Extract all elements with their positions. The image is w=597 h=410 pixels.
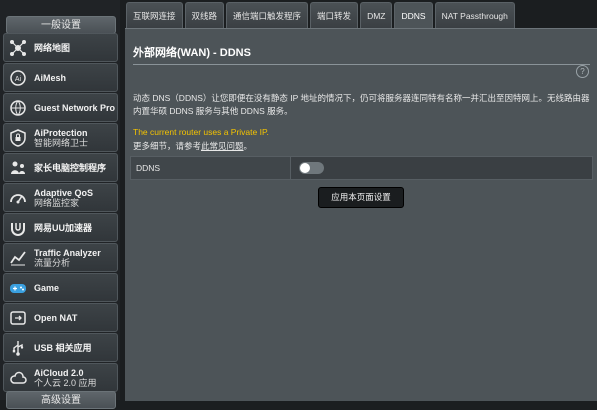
tab-dual-wan[interactable]: 双线路 — [184, 2, 225, 28]
tab-dmz[interactable]: DMZ — [360, 2, 393, 28]
sidebar-item-guest-network[interactable]: Guest Network Pro — [3, 93, 118, 122]
tab-port-forwarding[interactable]: 端口转发 — [310, 2, 359, 28]
sidebar-item-title: AiProtection — [34, 127, 88, 138]
ddns-toggle[interactable] — [299, 162, 324, 174]
sidebar-item-sublabel: 网络监控家 — [34, 197, 80, 208]
title-divider — [133, 64, 590, 65]
sidebar-item-label: Guest Network Pro — [34, 102, 116, 113]
faq-link[interactable]: 此常见问题 — [201, 141, 244, 151]
usb-icon — [7, 337, 29, 359]
parental-control-icon — [7, 157, 29, 179]
page-title: 外部网络(WAN) - DDNS — [133, 47, 251, 59]
sidebar-item-label: Adaptive QoS 网络监控家 — [34, 188, 93, 208]
uu-accelerator-icon — [7, 217, 29, 239]
sidebar-item-aiprotection[interactable]: AiProtection 智能网络卫士 — [3, 123, 118, 152]
tab-bar: 互联网连接 双线路 通信端口触发程序 端口转发 DMZ DDNS NAT Pas… — [126, 2, 517, 28]
sidebar-item-title: Adaptive QoS — [34, 187, 94, 198]
sidebar-item-label: 家长电脑控制程序 — [34, 162, 107, 173]
network-map-icon — [7, 37, 29, 59]
ddns-label: DDNS — [131, 157, 291, 179]
sidebar: 一般设置 网络地图 Ai AiMesh Guest Network Pro Ai… — [0, 0, 120, 409]
tab-ddns[interactable]: DDNS — [394, 2, 433, 28]
sidebar-item-label: AiCloud 2.0 个人云 2.0 应用 — [34, 368, 97, 388]
sidebar-item-sublabel: 个人云 2.0 应用 — [34, 377, 97, 388]
toggle-knob — [300, 163, 310, 173]
sidebar-item-label: Traffic Analyzer 流量分析 — [34, 248, 101, 268]
sidebar-item-network-map[interactable]: 网络地图 — [3, 33, 118, 62]
sidebar-item-aimesh[interactable]: Ai AiMesh — [3, 63, 118, 92]
sidebar-item-uu-accelerator[interactable]: 网易UU加速器 — [3, 213, 118, 242]
tab-nat-passthrough[interactable]: NAT Passthrough — [434, 2, 515, 28]
guest-network-icon — [7, 97, 29, 119]
sidebar-item-aicloud[interactable]: AiCloud 2.0 个人云 2.0 应用 — [3, 363, 118, 392]
ddns-description: 动态 DNS（DDNS）让您即便在没有静态 IP 地址的情况下，仍可将服务器连同… — [133, 93, 590, 116]
private-ip-warning: The current router uses a Private IP. — [133, 127, 269, 137]
general-settings-header: 一般设置 — [6, 16, 116, 34]
sidebar-item-open-nat[interactable]: Open NAT — [3, 303, 118, 332]
shield-icon — [7, 127, 29, 149]
help-icon[interactable]: ? — [576, 65, 589, 78]
faq-suffix: 。 — [243, 141, 253, 151]
sidebar-item-label: 网络地图 — [34, 42, 71, 53]
apply-button[interactable]: 应用本页面设置 — [318, 187, 404, 208]
open-nat-icon — [7, 307, 29, 329]
sidebar-item-label: Game — [34, 282, 60, 293]
faq-line: 更多细节，请参考此常见问题。 — [133, 140, 252, 152]
qos-icon — [7, 187, 29, 209]
faq-prefix: 更多细节，请参考 — [133, 141, 202, 151]
sidebar-item-label: AiProtection 智能网络卫士 — [34, 128, 88, 148]
sidebar-item-traffic-analyzer[interactable]: Traffic Analyzer 流量分析 — [3, 243, 118, 272]
sidebar-item-label: AiMesh — [34, 72, 67, 83]
sidebar-item-label: USB 相关应用 — [34, 342, 92, 353]
sidebar-menu: 网络地图 Ai AiMesh Guest Network Pro AiProte… — [3, 33, 118, 393]
sidebar-item-title: Traffic Analyzer — [34, 247, 101, 258]
traffic-analyzer-icon — [7, 247, 29, 269]
tab-internet-connection[interactable]: 互联网连接 — [126, 2, 183, 28]
ddns-panel: 外部网络(WAN) - DDNS ? 动态 DNS（DDNS）让您即便在没有静态… — [125, 28, 597, 401]
gamepad-icon — [7, 277, 29, 299]
advanced-settings-header: 高级设置 — [6, 391, 116, 409]
sidebar-item-sublabel: 流量分析 — [34, 257, 71, 268]
sidebar-item-adaptive-qos[interactable]: Adaptive QoS 网络监控家 — [3, 183, 118, 212]
sidebar-item-game[interactable]: Game — [3, 273, 118, 302]
sidebar-item-label: 网易UU加速器 — [34, 222, 92, 233]
ddns-setting-row: DDNS — [130, 156, 593, 180]
tab-port-trigger[interactable]: 通信端口触发程序 — [226, 2, 309, 28]
cloud-icon — [7, 367, 29, 389]
sidebar-item-label: Open NAT — [34, 312, 78, 323]
svg-text:Ai: Ai — [15, 76, 22, 83]
sidebar-item-title: AiCloud 2.0 — [34, 367, 84, 378]
sidebar-item-usb[interactable]: USB 相关应用 — [3, 333, 118, 362]
aimesh-icon: Ai — [7, 67, 29, 89]
sidebar-item-parental-control[interactable]: 家长电脑控制程序 — [3, 153, 118, 182]
sidebar-item-sublabel: 智能网络卫士 — [34, 137, 89, 148]
